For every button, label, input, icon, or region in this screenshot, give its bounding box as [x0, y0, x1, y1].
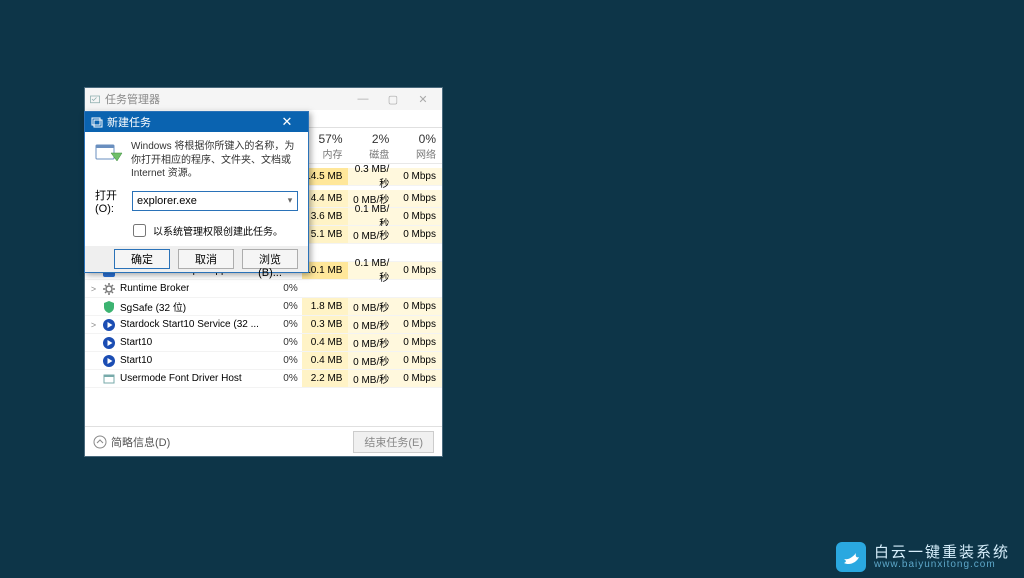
mem-cell	[302, 280, 349, 297]
net-cell: 0 Mbps	[395, 298, 442, 315]
cpu-cell: 0%	[274, 319, 302, 330]
task-manager-title: 任务管理器	[105, 91, 348, 107]
table-row[interactable]: > Stardock Start10 Service (32 ... 0%0.3 M…	[85, 316, 442, 334]
expand-icon[interactable]: >	[89, 320, 98, 330]
fewer-details-button[interactable]: 简略信息(D)	[93, 434, 170, 450]
process-name: Usermode Font Driver Host	[120, 373, 242, 384]
disk-cell: 0.1 MB/秒	[348, 208, 395, 225]
process-name: Start10	[120, 355, 152, 366]
maximize-button[interactable]: ▢	[378, 89, 408, 109]
cpu-cell: 0%	[274, 337, 302, 348]
watermark-bird-icon	[836, 542, 866, 572]
table-row[interactable]: Start10 0%0.4 MB0 MB/秒0 Mbps	[85, 352, 442, 370]
mem-cell: 0.4 MB	[302, 352, 349, 369]
net-cell	[395, 280, 442, 297]
watermark: 白云一键重装系统 www.baiyunxitong.com	[836, 542, 1010, 572]
fewer-details-label: 简略信息(D)	[111, 434, 170, 450]
process-name: SgSafe (32 位)	[120, 299, 186, 314]
task-manager-footer: 简略信息(D) 结束任务(E)	[85, 426, 442, 456]
process-name: Start10	[120, 337, 152, 348]
start10-icon	[102, 336, 116, 350]
run-title-icon	[91, 116, 103, 128]
start10-icon	[102, 354, 116, 368]
process-name-cell: Start10 0%	[85, 354, 302, 368]
open-label: 打开(O):	[95, 187, 128, 215]
run-program-icon	[95, 140, 123, 168]
mem-cell: 1.8 MB	[302, 298, 349, 315]
end-task-button[interactable]: 结束任务(E)	[353, 431, 434, 453]
table-row[interactable]: SgSafe (32 位) 0%1.8 MB0 MB/秒0 Mbps	[85, 298, 442, 316]
process-name-cell: > Runtime Broker 0%	[85, 282, 302, 296]
disk-cell: 0 MB/秒	[348, 298, 395, 315]
dropdown-icon[interactable]: ▾	[283, 195, 297, 206]
cpu-cell: 0%	[274, 355, 302, 366]
net-cell	[395, 244, 442, 261]
col-disk[interactable]: 2% 磁盘	[349, 128, 396, 163]
table-row[interactable]: > Runtime Broker 0%	[85, 280, 442, 298]
run-close-button[interactable]: ✕	[272, 112, 302, 132]
net-cell: 0 Mbps	[395, 226, 442, 243]
disk-cell	[348, 280, 395, 297]
disk-cell: 0 MB/秒	[348, 316, 395, 333]
net-cell: 0 Mbps	[395, 208, 442, 225]
disk-cell: 0 MB/秒	[348, 370, 395, 387]
run-open-row: 打开(O): ▾	[95, 187, 298, 215]
disk-cell: 0 MB/秒	[348, 226, 395, 243]
disk-cell: 0.3 MB/秒	[348, 168, 395, 185]
start10-icon	[102, 318, 116, 332]
table-row[interactable]: Start10 0%0.4 MB0 MB/秒0 Mbps	[85, 334, 442, 352]
shield-icon	[102, 300, 116, 314]
close-button[interactable]: ✕	[408, 89, 438, 109]
table-row[interactable]: Usermode Font Driver Host 0%2.2 MB0 MB/秒0…	[85, 370, 442, 388]
gear-icon	[102, 282, 116, 296]
open-input[interactable]	[133, 192, 283, 210]
cpu-cell: 0%	[274, 373, 302, 384]
process-name-cell: SgSafe (32 位) 0%	[85, 299, 302, 314]
ok-button[interactable]: 确定	[114, 249, 170, 269]
mem-cell: 0.3 MB	[302, 316, 349, 333]
admin-checkbox-label: 以系统管理权限创建此任务。	[153, 223, 283, 238]
process-name: Runtime Broker	[120, 283, 189, 294]
net-cell: 0 Mbps	[395, 370, 442, 387]
process-name-cell: Usermode Font Driver Host 0%	[85, 372, 302, 386]
run-title: 新建任务	[107, 114, 272, 130]
process-name: Stardock Start10 Service (32 ...	[120, 319, 259, 330]
process-name-cell: Start10 0%	[85, 336, 302, 350]
run-buttons-row: 确定 取消 浏览(B)...	[85, 246, 308, 273]
process-name-cell: > Stardock Start10 Service (32 ... 0%	[85, 318, 302, 332]
run-dialog: 新建任务 ✕ Windows 将根据你所键入的名称，为你打开相应的程序、文件夹、…	[84, 111, 309, 273]
mem-cell: 0.4 MB	[302, 334, 349, 351]
net-cell: 0 Mbps	[395, 168, 442, 185]
run-description-text: Windows 将根据你所键入的名称，为你打开相应的程序、文件夹、文档或 Int…	[131, 140, 298, 181]
chevron-up-icon	[93, 435, 107, 449]
col-network[interactable]: 0% 网络	[395, 128, 442, 163]
watermark-en: www.baiyunxitong.com	[874, 560, 1010, 570]
window-icon	[102, 372, 116, 386]
cpu-cell: 0%	[274, 283, 302, 294]
task-manager-icon	[89, 93, 101, 105]
mem-cell: 2.2 MB	[302, 370, 349, 387]
disk-cell: 0 MB/秒	[348, 352, 395, 369]
run-description-row: Windows 将根据你所键入的名称，为你打开相应的程序、文件夹、文档或 Int…	[95, 140, 298, 181]
watermark-cn: 白云一键重装系统	[874, 545, 1010, 560]
admin-checkbox-row: 以系统管理权限创建此任务。	[95, 221, 298, 240]
browse-button[interactable]: 浏览(B)...	[242, 249, 298, 269]
expand-icon[interactable]: >	[89, 284, 98, 294]
net-cell: 0 Mbps	[395, 316, 442, 333]
run-titlebar[interactable]: 新建任务 ✕	[85, 112, 308, 132]
cancel-button[interactable]: 取消	[178, 249, 234, 269]
net-cell: 0 Mbps	[395, 262, 442, 279]
net-cell: 0 Mbps	[395, 190, 442, 207]
open-combobox[interactable]: ▾	[132, 191, 298, 211]
minimize-button[interactable]: —	[348, 89, 378, 109]
admin-checkbox[interactable]	[133, 224, 146, 237]
disk-cell: 0.1 MB/秒	[348, 262, 395, 279]
cpu-cell: 0%	[274, 301, 302, 312]
disk-cell: 0 MB/秒	[348, 334, 395, 351]
net-cell: 0 Mbps	[395, 334, 442, 351]
task-manager-titlebar[interactable]: 任务管理器 — ▢ ✕	[85, 88, 442, 110]
net-cell: 0 Mbps	[395, 352, 442, 369]
